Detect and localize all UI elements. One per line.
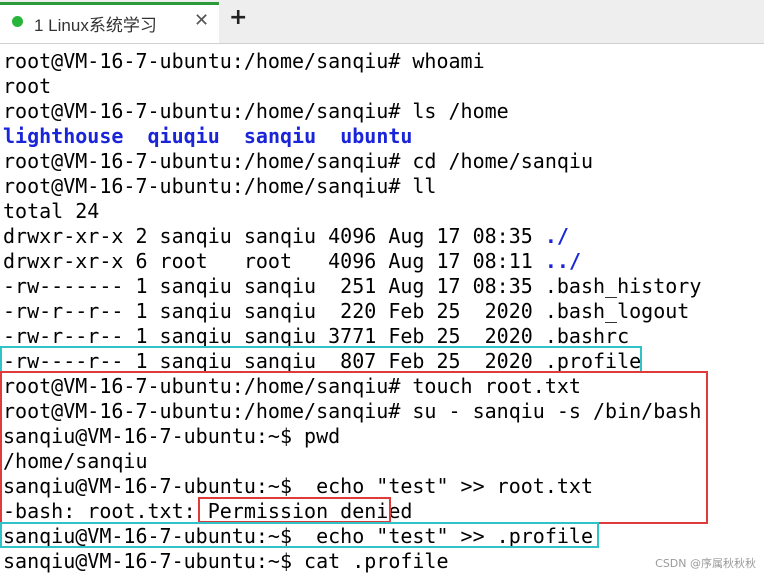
terminal-line: root@VM-16-7-ubuntu:/home/sanqiu# ll — [3, 174, 437, 198]
terminal-line: root@VM-16-7-ubuntu:/home/sanqiu# whoami — [3, 49, 485, 73]
terminal-line: sanqiu@VM-16-7-ubuntu:~$ echo "test" >> … — [3, 474, 594, 498]
directory-entry: sanqiu — [243, 124, 317, 148]
terminal-line: sanqiu@VM-16-7-ubuntu:~$ pwd — [3, 424, 341, 448]
directory-entry: ../ — [544, 249, 581, 273]
directory-entry: qiuqiu — [147, 124, 220, 148]
terminal-line-ll-row: drwxr-xr-x 2 sanqiu sanqiu 4096 Aug 17 0… — [3, 224, 569, 249]
terminal-line: -bash: root.txt: Permission denied — [3, 499, 413, 523]
terminal-line: root@VM-16-7-ubuntu:/home/sanqiu# cd /ho… — [3, 149, 594, 173]
terminal-line: -rw-r--r-- 1 sanqiu sanqiu 220 Feb 25 20… — [3, 299, 690, 323]
terminal-line: -rw------- 1 sanqiu sanqiu 251 Aug 17 08… — [3, 274, 702, 298]
status-dot-icon — [12, 16, 23, 27]
tab-linux-study[interactable]: 1 Linux系统学习 ✕ — [0, 2, 219, 43]
directory-entry: lighthouse — [3, 124, 124, 148]
watermark: CSDN @序属秋秋秋 — [655, 557, 756, 570]
terminal-output[interactable]: root@VM-16-7-ubuntu:/home/sanqiu# whoami… — [0, 46, 764, 579]
tab-bar: 1 Linux系统学习 ✕ + — [0, 0, 764, 44]
terminal-line: /home/sanqiu — [3, 449, 148, 473]
terminal-line: -rw-r--r-- 1 sanqiu sanqiu 3771 Feb 25 2… — [3, 324, 630, 348]
directory-entry: ./ — [544, 224, 569, 248]
terminal-line-ls-output: lighthouse qiuqiu sanqiu ubuntu — [3, 124, 412, 149]
terminal-line: total 24 — [3, 199, 100, 223]
terminal-line: root — [3, 74, 52, 98]
new-tab-button[interactable]: + — [229, 5, 247, 30]
terminal-line: sanqiu@VM-16-7-ubuntu:~$ cat .profile — [3, 549, 449, 573]
terminal-line: root@VM-16-7-ubuntu:/home/sanqiu# ls /ho… — [3, 99, 509, 123]
ll-row-text: drwxr-xr-x 6 root root 4096 Aug 17 08:11 — [3, 249, 545, 273]
ll-row-text: drwxr-xr-x 2 sanqiu sanqiu 4096 Aug 17 0… — [3, 224, 545, 248]
terminal-line: root@VM-16-7-ubuntu:/home/sanqiu# su - s… — [3, 399, 702, 423]
terminal-line-ll-row: drwxr-xr-x 6 root root 4096 Aug 17 08:11… — [3, 249, 581, 274]
close-icon[interactable]: ✕ — [194, 10, 209, 31]
terminal-line: -rw----r-- 1 sanqiu sanqiu 807 Feb 25 20… — [3, 349, 642, 373]
directory-entry: ubuntu — [340, 124, 413, 148]
terminal-line: sanqiu@VM-16-7-ubuntu:~$ echo "test" >> … — [3, 524, 594, 548]
terminal-line: root@VM-16-7-ubuntu:/home/sanqiu# touch … — [3, 374, 581, 398]
tab-label: 1 Linux系统学习 — [34, 16, 157, 35]
